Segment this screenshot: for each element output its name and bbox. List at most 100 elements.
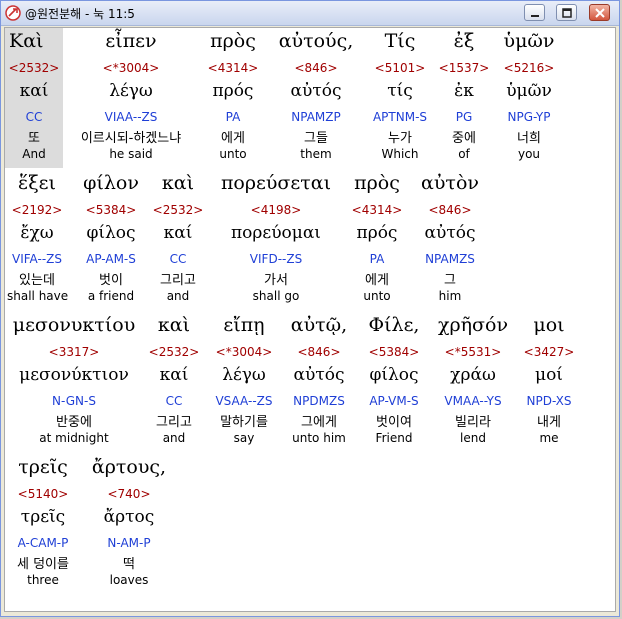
word-cell[interactable]: εἶπεν <*3004> λέγω VIAA--ZS 이르시되-하겠느냐 he… xyxy=(65,28,197,168)
greek-word: φίλον xyxy=(83,172,139,194)
english-gloss: him xyxy=(438,289,462,303)
english-gloss: unto xyxy=(363,289,391,303)
korean-gloss: 벗이여 xyxy=(376,415,412,430)
word-cell[interactable]: Καὶ <2532> καί CC 또 And xyxy=(5,28,63,168)
english-gloss: at midnight xyxy=(39,431,109,445)
word-cell[interactable]: ἐξ <1537> ἐκ PG 중에 of xyxy=(437,28,491,168)
parsing-code: N-GN-S xyxy=(52,394,96,408)
app-icon[interactable] xyxy=(5,5,21,21)
english-gloss: unto xyxy=(219,147,247,161)
word-cell[interactable]: τρεῖς <5140> τρεῖς A-CAM-P 세 덩이를 three xyxy=(7,454,79,594)
greek-word: πορεύσεται xyxy=(220,172,332,194)
word-cell[interactable]: χρῆσόν <*5531> χράω VMAA--YS 빌리라 lend xyxy=(433,312,513,452)
minimize-icon xyxy=(531,15,539,17)
greek-word: Φίλε, xyxy=(368,314,420,336)
parsing-code: PG xyxy=(455,110,473,124)
parsing-code: CC xyxy=(165,394,183,408)
lexeme: πρός xyxy=(356,223,398,243)
close-button[interactable] xyxy=(589,4,610,21)
lexeme: ὑμῶν xyxy=(506,81,552,101)
strong-number: <5216> xyxy=(503,61,555,75)
english-gloss: me xyxy=(539,431,559,445)
strong-number: <2532> xyxy=(152,203,204,217)
word-cell[interactable]: αὐτῷ, <846> αὐτός NPDMZS 그에게 unto him xyxy=(283,312,355,452)
maximize-icon xyxy=(562,8,572,18)
greek-word: καὶ xyxy=(161,172,195,194)
word-cell[interactable]: ἕξει <2192> ἔχω VIFA--ZS 있는데 shall have xyxy=(7,170,68,310)
greek-word: εἴπῃ xyxy=(223,314,265,336)
greek-word: καὶ xyxy=(157,314,191,336)
korean-gloss: 세 덩이를 xyxy=(17,557,69,572)
word-cell[interactable]: πορεύσεται <4198> πορεύομαι VIFD--ZS 가서 … xyxy=(211,170,341,310)
verse-line: τρεῖς <5140> τρεῖς A-CAM-P 세 덩이를 three ἄ… xyxy=(5,454,615,594)
word-cell[interactable]: αὐτὸν <846> αὐτός NPAMZS 그 him xyxy=(413,170,487,310)
parsing-code: VMAA--YS xyxy=(444,394,502,408)
greek-word: ἐξ xyxy=(453,30,475,52)
word-cell[interactable]: αὐτούς, <846> αὐτός NPAMZP 그들 them xyxy=(271,28,361,168)
strong-number: <846> xyxy=(428,203,472,217)
word-cell[interactable]: πρὸς <4314> πρός PA 에게 unto xyxy=(201,28,265,168)
word-cell[interactable]: Τίς <5101> τίς APTNM-S 누가 Which xyxy=(367,28,433,168)
lexeme: τρεῖς xyxy=(20,507,66,527)
english-gloss: Which xyxy=(381,147,419,161)
korean-gloss: 에게 xyxy=(365,273,389,288)
word-cell[interactable]: μεσονυκτίου <3317> μεσονύκτιον N-GN-S 반중… xyxy=(7,312,141,452)
lexeme: λέγω xyxy=(109,81,153,101)
korean-gloss: 누가 xyxy=(388,131,412,146)
korean-gloss: 빌리라 xyxy=(455,415,491,430)
greek-word: ἄρτους, xyxy=(91,456,167,478)
greek-word: ἕξει xyxy=(18,172,56,194)
english-gloss: of xyxy=(458,147,470,161)
word-cell[interactable]: ἄρτους, <740> ἄρτος N-AM-P 떡 loaves xyxy=(89,454,169,594)
greek-word: Καὶ xyxy=(9,30,44,52)
korean-gloss: 가서 xyxy=(264,273,288,288)
maximize-button[interactable] xyxy=(556,4,577,21)
close-icon xyxy=(595,8,605,18)
lexeme: αὐτός xyxy=(293,365,345,385)
english-gloss: Friend xyxy=(375,431,413,445)
lexeme: καί xyxy=(19,81,49,101)
english-gloss: three xyxy=(27,573,59,587)
word-cell[interactable]: φίλον <5384> φίλος AP-AM-S 벗이 a friend xyxy=(79,170,143,310)
lexeme: φίλος xyxy=(369,365,419,385)
strong-number: <3317> xyxy=(48,345,100,359)
greek-word: πρὸς xyxy=(354,172,400,194)
strong-number: <1537> xyxy=(438,61,490,75)
greek-word: αὐτούς, xyxy=(278,30,354,52)
english-gloss: and xyxy=(166,289,190,303)
strong-number: <3427> xyxy=(523,345,575,359)
greek-word: μοι xyxy=(533,314,565,336)
korean-gloss: 그 xyxy=(444,273,456,288)
word-cell[interactable]: ὑμῶν <5216> ὑμῶν NPG-YP 너희 you xyxy=(495,28,563,168)
korean-gloss: 벗이 xyxy=(99,273,123,288)
strong-number: <5140> xyxy=(17,487,69,501)
minimize-button[interactable] xyxy=(524,4,545,21)
word-cell[interactable]: μοι <3427> μοί NPD-XS 내게 me xyxy=(519,312,579,452)
title-bar[interactable]: @원전분해 - 눅 11:5 xyxy=(1,1,619,26)
english-gloss: he said xyxy=(109,147,153,161)
korean-gloss: 또 xyxy=(28,131,40,146)
korean-gloss: 그리고 xyxy=(160,273,196,288)
strong-number: <2532> xyxy=(148,345,200,359)
word-cell[interactable]: πρὸς <4314> πρός PA 에게 unto xyxy=(345,170,409,310)
word-cell[interactable]: καὶ <2532> καί CC 그리고 and xyxy=(147,312,201,452)
strong-number: <5101> xyxy=(374,61,426,75)
app-window: @원전분해 - 눅 11:5 Καὶ <2532> καί CC 또 And ε… xyxy=(0,0,620,617)
lexeme: πορεύομαι xyxy=(231,223,321,243)
parsing-code: VIFA--ZS xyxy=(12,252,62,266)
korean-gloss: 너희 xyxy=(517,131,541,146)
word-cell[interactable]: Φίλε, <5384> φίλος AP-VM-S 벗이여 Friend xyxy=(359,312,429,452)
parsing-code: APTNM-S xyxy=(372,110,428,124)
english-gloss: shall go xyxy=(252,289,300,303)
parsing-code: NPAMZP xyxy=(291,110,341,124)
korean-gloss: 반중에 xyxy=(56,415,92,430)
word-cell[interactable]: καὶ <2532> καί CC 그리고 and xyxy=(151,170,205,310)
parsing-code: PA xyxy=(369,252,385,266)
greek-word: τρεῖς xyxy=(18,456,68,478)
parsing-code: NPD-XS xyxy=(526,394,572,408)
word-cell[interactable]: εἴπῃ <*3004> λέγω VSAA--ZS 말하기를 say xyxy=(207,312,281,452)
interlinear-panel[interactable]: Καὶ <2532> καί CC 또 And εἶπεν <*3004> λέ… xyxy=(4,27,616,612)
strong-number: <4314> xyxy=(351,203,403,217)
greek-word: αὐτὸν xyxy=(421,172,479,194)
strong-number: <846> xyxy=(294,61,338,75)
